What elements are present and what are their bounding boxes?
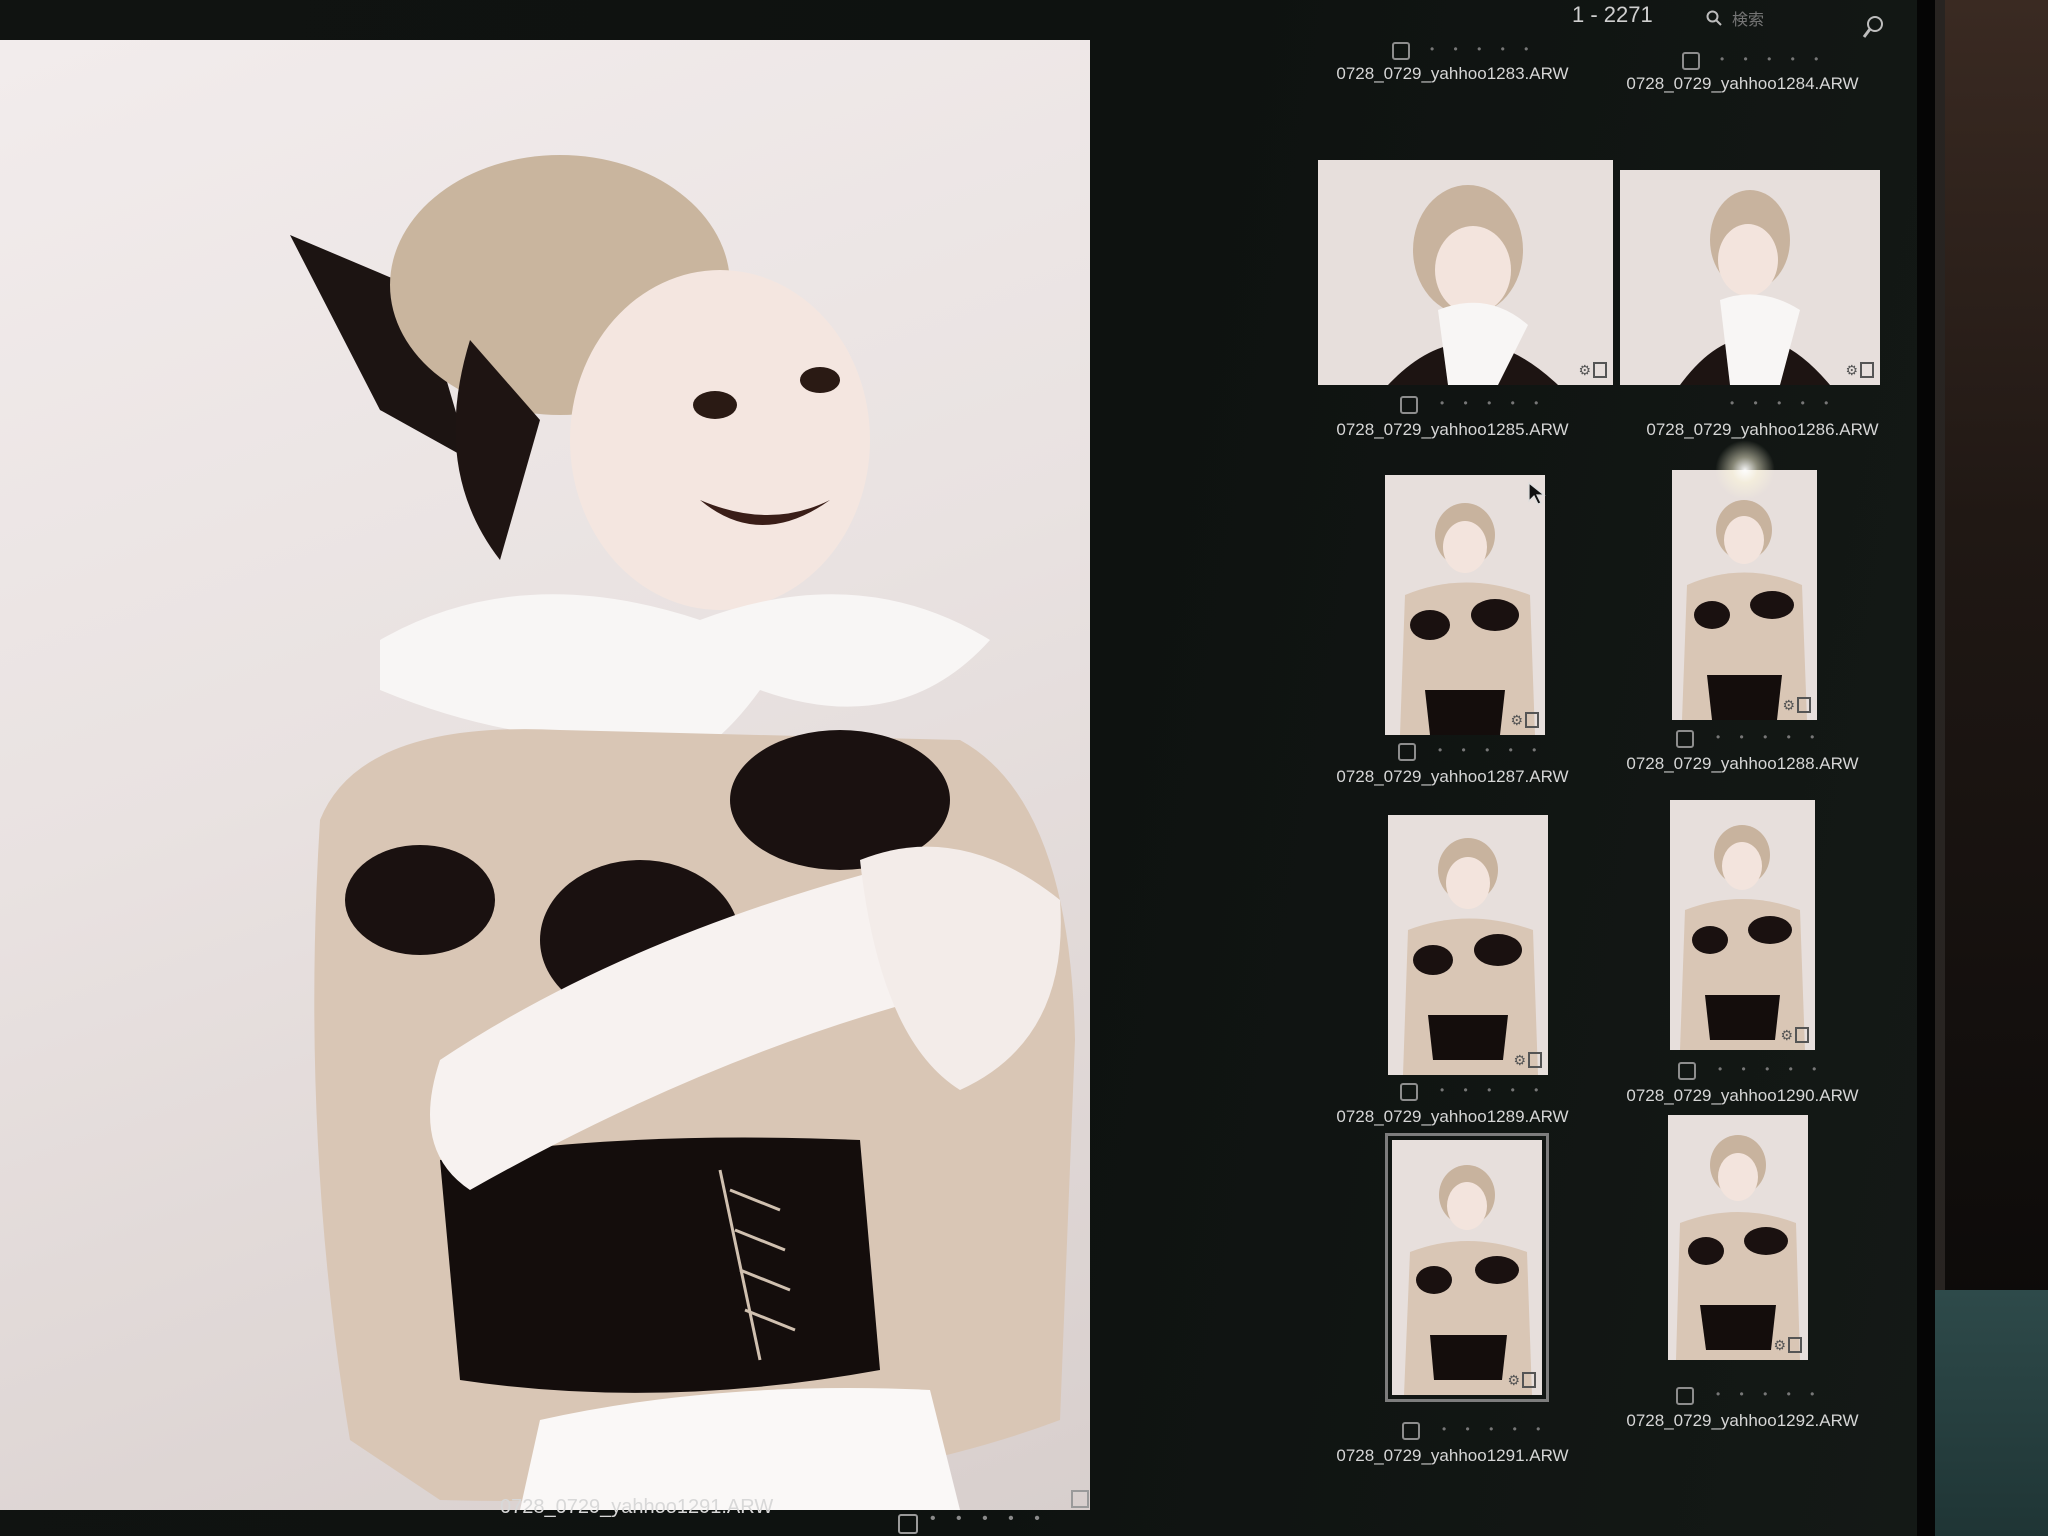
document-icon (1522, 1372, 1536, 1388)
select-checkbox[interactable] (1400, 1083, 1418, 1101)
select-checkbox[interactable] (1682, 52, 1700, 70)
thumbnail-file-name: 0728_0729_yahhoo1289.ARW (1336, 1107, 1569, 1126)
rating-dots[interactable]: • • • • • (1430, 42, 1536, 56)
pointer-cursor-icon (1528, 482, 1546, 505)
browser-toolbar: 1 - 2271 (1310, 0, 1910, 40)
rating-dots[interactable]: • • • • • (1442, 1422, 1548, 1436)
thumbnail-cell[interactable]: ⚙ • • • • • 0728_0729_yahhoo1291.ARW (1310, 1133, 1595, 1500)
select-checkbox[interactable] (1402, 1422, 1420, 1440)
thumbnail-image[interactable]: ⚙ (1668, 1115, 1808, 1360)
thumbnail-cell[interactable]: • • • • • 0728_0729_yahhoo1283.ARW (1310, 40, 1595, 90)
thumbnail-image[interactable]: ⚙ (1385, 475, 1545, 735)
thumbnail-file-name: 0728_0729_yahhoo1288.ARW (1626, 754, 1859, 773)
thumbnail-file-name: 0728_0729_yahhoo1286.ARW (1646, 420, 1879, 439)
gear-icon: ⚙ (1780, 1027, 1793, 1043)
rating-dots[interactable]: • • • • • (1718, 1062, 1824, 1076)
thumbnail-file-name: 0728_0729_yahhoo1292.ARW (1626, 1411, 1859, 1430)
document-icon (1788, 1337, 1802, 1353)
thumbnail-image[interactable]: ⚙ (1670, 800, 1815, 1050)
thumbnail-cell[interactable]: ⚙ • • • • • 0728_0729_yahhoo1288.ARW (1600, 470, 1885, 810)
rating-dots[interactable]: • • • • • (1438, 743, 1544, 757)
preview-photo (290, 155, 1075, 1510)
select-checkbox[interactable] (1678, 1062, 1696, 1080)
select-checkbox[interactable] (1400, 396, 1418, 414)
image-preview[interactable]: • • • • • (0, 40, 1090, 1534)
thumbnail-cell[interactable]: ⚙ • • • • • 0728_0729_yahhoo1285.ARW (1310, 160, 1613, 490)
corset (440, 1137, 880, 1393)
search-input[interactable] (1730, 8, 1854, 34)
thumbnail-cell[interactable]: ⚙ • • • • • 0728_0729_yahhoo1289.ARW (1310, 815, 1595, 1155)
gear-icon: ⚙ (1782, 697, 1795, 713)
photo-scene: • • • • • 0728_0729_yahhoo1291.ARW 1 - 2… (0, 0, 2048, 1536)
gear-icon: ⚙ (1845, 362, 1858, 378)
thumbnail-image[interactable]: ⚙ (1672, 470, 1817, 720)
thumbnail-grid: • • • • • 0728_0729_yahhoo1283.ARW • • •… (1310, 40, 1890, 1536)
rating-dots[interactable]: • • • • • (1440, 396, 1546, 410)
laptop-screen: • • • • • 0728_0729_yahhoo1291.ARW 1 - 2… (0, 0, 1935, 1536)
thumbnail-file-name: 0728_0729_yahhoo1283.ARW (1336, 64, 1569, 83)
select-checkbox[interactable] (1676, 1387, 1694, 1405)
select-checkbox[interactable] (1676, 730, 1694, 748)
thumbnail-file-name: 0728_0729_yahhoo1287.ARW (1336, 767, 1569, 786)
rating-dots[interactable]: • • • • • (1730, 396, 1836, 410)
gear-icon: ⚙ (1773, 1337, 1786, 1353)
bystander-figure (1945, 0, 2048, 1300)
preview-rating[interactable]: • • • • • (930, 1510, 1048, 1528)
document-icon (1797, 697, 1811, 713)
thumbnail-cell[interactable]: • • • • • 0728_0729_yahhoo1284.ARW (1600, 50, 1885, 100)
thumbnail-cell[interactable]: ⚙ • • • • • 0728_0729_yahhoo1292.ARW (1600, 1115, 1885, 1475)
document-icon (1593, 362, 1607, 378)
select-checkbox[interactable] (1398, 743, 1416, 761)
thumbnail-image[interactable]: ⚙ (1318, 160, 1613, 385)
gear-icon: ⚙ (1510, 712, 1523, 728)
item-count: 1 - 2271 (1572, 2, 1653, 27)
face (570, 270, 870, 610)
thumbnail-image[interactable]: ⚙ (1620, 170, 1880, 385)
search-icon[interactable] (1706, 10, 1722, 26)
preview-file-name: 0728_0729_yahhoo1291.ARW (500, 1496, 774, 1518)
thumbnail-file-name: 0728_0729_yahhoo1285.ARW (1336, 420, 1569, 439)
rating-dots[interactable]: • • • • • (1716, 1387, 1822, 1401)
gear-icon: ⚙ (1513, 1052, 1526, 1068)
document-icon (1525, 712, 1539, 728)
select-checkbox[interactable] (1392, 42, 1410, 60)
preview-select-checkbox[interactable] (898, 1514, 918, 1534)
thumbnail-cell[interactable]: ⚙ • • • • • 0728_0729_yahhoo1287.ARW (1310, 475, 1595, 815)
thumbnail-file-name: 0728_0729_yahhoo1290.ARW (1626, 1086, 1859, 1105)
preview-badge-icon (1071, 1490, 1089, 1508)
document-icon (1860, 362, 1874, 378)
thumbnail-file-name: 0728_0729_yahhoo1291.ARW (1336, 1446, 1569, 1465)
document-icon (1795, 1027, 1809, 1043)
document-icon (1528, 1052, 1542, 1068)
rating-dots[interactable]: • • • • • (1440, 1083, 1546, 1097)
light-glare (1715, 440, 1775, 500)
rating-dots[interactable]: • • • • • (1720, 52, 1826, 66)
thumbnail-image-selected[interactable]: ⚙ (1385, 1133, 1549, 1402)
magnifier-icon[interactable] (1862, 14, 1886, 40)
thumbnail-file-name: 0728_0729_yahhoo1284.ARW (1626, 74, 1859, 93)
gear-icon: ⚙ (1578, 362, 1591, 378)
rating-dots[interactable]: • • • • • (1716, 730, 1822, 744)
thumbnail-image[interactable]: ⚙ (1388, 815, 1548, 1075)
thumbnail-cell[interactable]: ⚙ • • • • • 0728_0729_yahhoo1290.ARW (1600, 800, 1885, 1140)
gear-icon: ⚙ (1507, 1372, 1520, 1388)
